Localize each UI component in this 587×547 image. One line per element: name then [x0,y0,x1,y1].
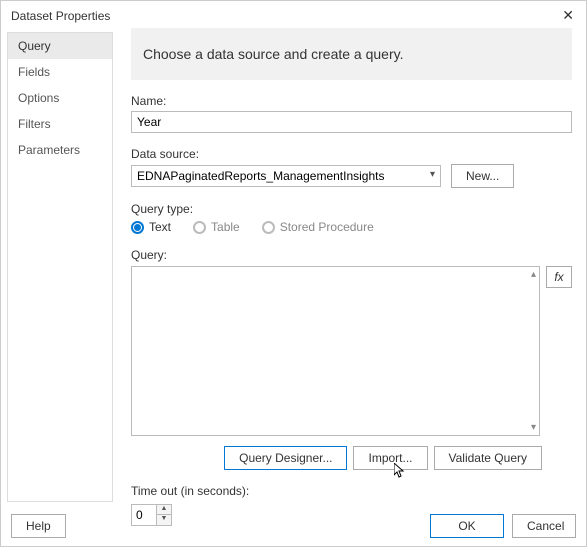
radio-storedproc-label: Stored Procedure [280,220,374,234]
expression-button[interactable]: fx [546,266,572,288]
sidebar-item-parameters[interactable]: Parameters [8,137,112,163]
datasource-label: Data source: [131,147,572,161]
datasource-select[interactable] [131,165,441,187]
sidebar: Query Fields Options Filters Parameters [7,32,113,502]
ok-button[interactable]: OK [430,514,504,538]
scroll-down-icon[interactable]: ▾ [531,422,536,433]
query-label: Query: [131,248,572,262]
radio-icon [262,221,275,234]
sidebar-item-query[interactable]: Query [8,33,112,59]
help-button[interactable]: Help [11,514,66,538]
name-input[interactable] [131,111,572,133]
new-button[interactable]: New... [451,164,514,188]
timeout-label: Time out (in seconds): [131,484,572,498]
radio-storedproc[interactable]: Stored Procedure [262,220,374,234]
querytype-label: Query type: [131,202,572,216]
scroll-up-icon[interactable]: ▴ [531,269,536,280]
radio-text-label: Text [149,220,171,234]
query-designer-button[interactable]: Query Designer... [224,446,347,470]
radio-table[interactable]: Table [193,220,240,234]
radio-icon [131,221,144,234]
query-textarea[interactable]: ▴ ▾ [131,266,540,436]
import-button[interactable]: Import... [353,446,427,470]
window-title: Dataset Properties [11,9,110,23]
radio-icon [193,221,206,234]
radio-text[interactable]: Text [131,220,171,234]
sidebar-item-options[interactable]: Options [8,85,112,111]
radio-table-label: Table [211,220,240,234]
cancel-button[interactable]: Cancel [512,514,576,538]
close-icon[interactable]: ✕ [558,7,578,24]
sidebar-item-filters[interactable]: Filters [8,111,112,137]
sidebar-item-fields[interactable]: Fields [8,59,112,85]
validate-query-button[interactable]: Validate Query [434,446,543,470]
page-heading: Choose a data source and create a query. [131,28,572,80]
name-label: Name: [131,94,572,108]
